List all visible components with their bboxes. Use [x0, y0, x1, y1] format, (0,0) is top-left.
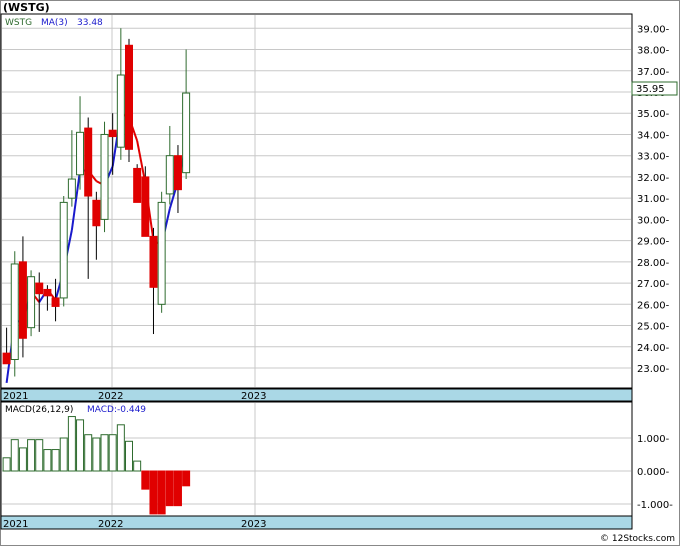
macd-bar-positive — [67, 416, 76, 472]
candle-body-up — [157, 201, 166, 305]
candle-body-up — [67, 178, 76, 199]
macd-bar-positive — [125, 440, 133, 472]
macd-legend-label: MACD(26,12,9) — [5, 405, 73, 415]
macd-bar-positive — [43, 449, 52, 472]
candle-body-down — [92, 199, 101, 227]
price-y-tick-label: 34.00- — [637, 130, 670, 141]
price-y-tick-label: 25.00- — [637, 322, 670, 333]
macd-bar-positive — [84, 434, 93, 472]
candle-body-down — [43, 288, 52, 297]
candle-body-up — [59, 201, 68, 299]
price-y-tick-label: 27.00- — [637, 279, 670, 290]
macd-bar-positive — [18, 447, 27, 472]
price-y-tick-label: 33.00- — [637, 152, 670, 163]
macd-bar-positive — [116, 424, 125, 472]
macd-bar-positive — [133, 460, 142, 472]
price-x-label: 2021 — [3, 391, 28, 402]
price-y-tick-label: 29.00- — [637, 237, 670, 248]
candle-body-up — [27, 276, 36, 329]
price-y-tick-label: 26.00- — [637, 300, 670, 311]
price-y-tick-label: 35.00- — [637, 109, 670, 120]
chart-title: (WSTG) — [3, 1, 50, 14]
candle-body-up — [100, 133, 109, 220]
legend-ma-label: MA(3) — [41, 18, 68, 28]
candle-body-down — [108, 129, 117, 138]
macd-bar-positive — [76, 419, 85, 472]
macd-bar-positive — [100, 434, 109, 472]
price-y-tick-label: 37.00- — [637, 67, 670, 78]
macd-x-axis-band — [0, 515, 633, 530]
chart-svg: (WSTG) 39.00-38.00-37.00-36.00-35.00-34.… — [0, 0, 680, 546]
price-x-label: 2023 — [241, 391, 266, 402]
price-y-tick-label: 30.00- — [637, 215, 670, 226]
candle-body-down — [133, 167, 142, 203]
candle-body-down — [2, 352, 11, 365]
candle-body-down — [51, 297, 60, 307]
candle-body-down — [141, 176, 150, 237]
price-y-tick-label: 31.00- — [637, 194, 670, 205]
macd-y-tick-label: 1.000- — [637, 434, 670, 445]
candle-body-down — [125, 44, 133, 150]
macd-bar-negative — [182, 470, 191, 487]
macd-bar-negative — [141, 470, 150, 490]
macd-y-tick-label: -1.000- — [637, 500, 673, 511]
candle-body-up — [10, 263, 19, 361]
candle-body-up — [165, 155, 174, 195]
candle-body-down — [149, 235, 158, 288]
macd-bar-positive — [59, 437, 68, 472]
macd-x-label: 2021 — [3, 519, 28, 530]
macd-x-label: 2022 — [98, 519, 123, 530]
legend-symbol: WSTG — [5, 18, 32, 28]
macd-legend-value: MACD:-0.449 — [87, 405, 146, 415]
price-y-tick-label: 23.00- — [637, 364, 670, 375]
legend-ma-value: 33.48 — [77, 18, 103, 28]
macd-bar-positive — [51, 449, 60, 472]
macd-bar-positive — [27, 439, 36, 472]
price-x-axis-band — [0, 388, 633, 402]
price-y-tick-label: 24.00- — [637, 343, 670, 354]
macd-bar-positive — [10, 439, 19, 472]
price-y-tick-label: 38.00- — [637, 46, 670, 57]
macd-bar-positive — [108, 434, 117, 472]
title-bar — [1, 1, 679, 13]
price-y-axis: 39.00-38.00-37.00-36.00-35.00-34.00-33.0… — [637, 24, 670, 375]
candle-body-up — [182, 92, 191, 174]
stock-chart: (WSTG) 39.00-38.00-37.00-36.00-35.00-34.… — [0, 0, 680, 546]
last-price-label: 35.95 — [636, 84, 665, 95]
macd-bar-negative — [157, 470, 166, 515]
candle-body-down — [18, 261, 27, 339]
macd-x-label: 2023 — [241, 519, 266, 530]
macd-y-tick-label: 0.000- — [637, 467, 670, 478]
candle-body-up — [76, 131, 85, 176]
macd-bar-positive — [35, 439, 44, 472]
macd-bar-negative — [149, 470, 158, 515]
candle-body-down — [173, 155, 182, 191]
price-y-tick-label: 39.00- — [637, 24, 670, 35]
candle-body-down — [35, 282, 44, 295]
price-x-label: 2022 — [98, 391, 123, 402]
macd-bar-negative — [173, 470, 182, 507]
macd-bar-positive — [2, 457, 11, 472]
watermark: © 12Stocks.com — [600, 534, 675, 544]
macd-bar-positive — [92, 437, 101, 472]
price-y-tick-label: 32.00- — [637, 173, 670, 184]
candle-body-up — [116, 74, 125, 148]
price-y-tick-label: 28.00- — [637, 258, 670, 269]
candle-body-down — [84, 127, 93, 197]
macd-bar-negative — [165, 470, 174, 507]
